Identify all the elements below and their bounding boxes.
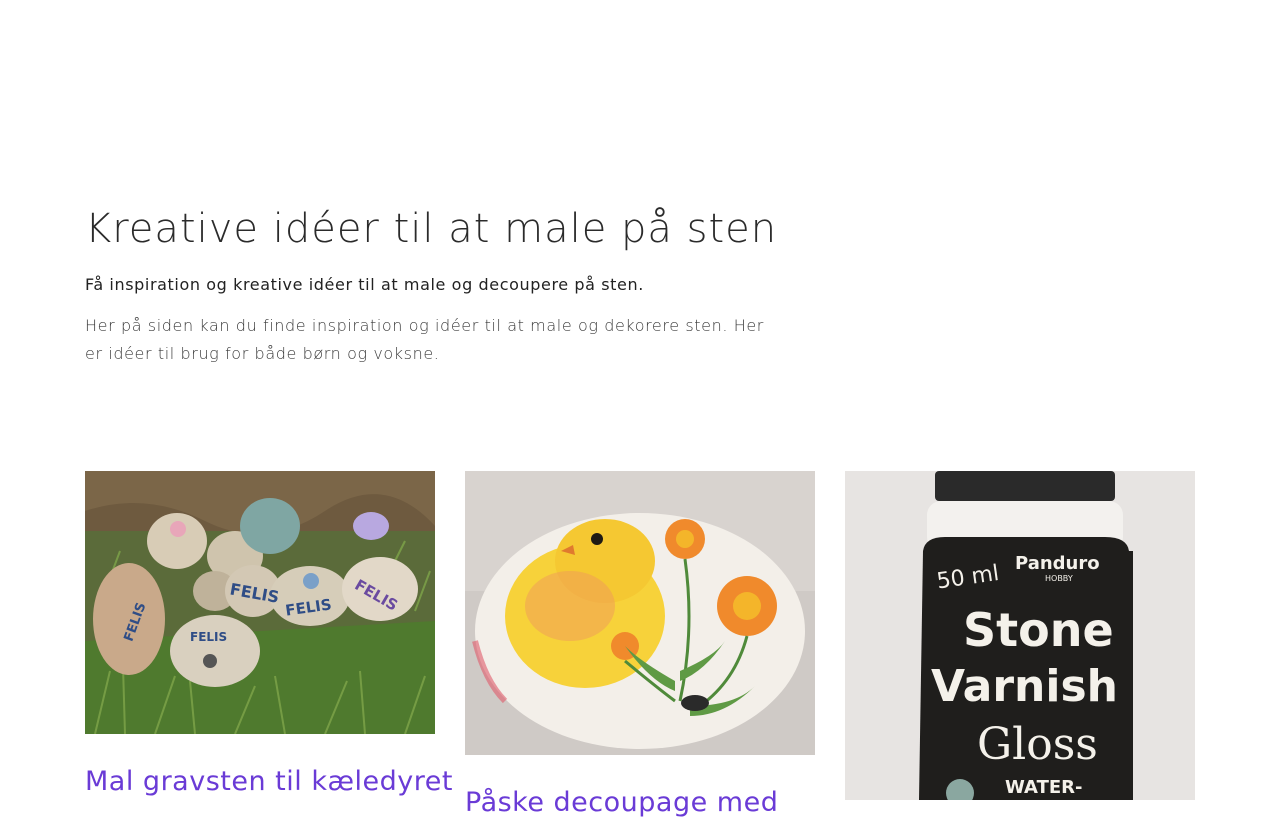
stone-text: FELIS	[190, 630, 227, 644]
card-title[interactable]: Påske decoupage med	[465, 785, 815, 821]
bottle-brand-sub: HOBBY	[1045, 574, 1073, 583]
bottle-brand: Panduro	[1015, 553, 1100, 574]
painted-stones-photo[interactable]: FELIS FELIS FELIS FELIS FELIS	[85, 471, 435, 734]
intro-body: Her på siden kan du finde inspiration og…	[85, 316, 764, 363]
card-pet-gravestone[interactable]: FELIS FELIS FELIS FELIS FELIS Mal gravst…	[85, 471, 452, 800]
bottle-label-varnish: Varnish	[931, 661, 1118, 712]
intro-section: Kreative idéer til at male på sten Få in…	[85, 200, 785, 368]
card-easter-decoupage[interactable]: Påske decoupage med	[465, 471, 815, 821]
intro-lead: Få inspiration og kreative idéer til at …	[85, 275, 644, 294]
bottle-label-stone: Stone	[963, 603, 1114, 657]
card-title[interactable]: Mal gravsten til kæledyret	[85, 764, 452, 800]
card-stone-varnish[interactable]: 50 ml Panduro HOBBY Stone Varnish Gloss …	[845, 471, 1195, 800]
stone-varnish-bottle-photo[interactable]: 50 ml Panduro HOBBY Stone Varnish Gloss …	[845, 471, 1195, 800]
bottle-label-water: WATER-	[1005, 777, 1082, 798]
page-title: Kreative idéer til at male på sten	[85, 206, 778, 252]
decoupage-chick-stone-photo[interactable]	[465, 471, 815, 755]
bottle-label-gloss: Gloss	[977, 719, 1098, 770]
